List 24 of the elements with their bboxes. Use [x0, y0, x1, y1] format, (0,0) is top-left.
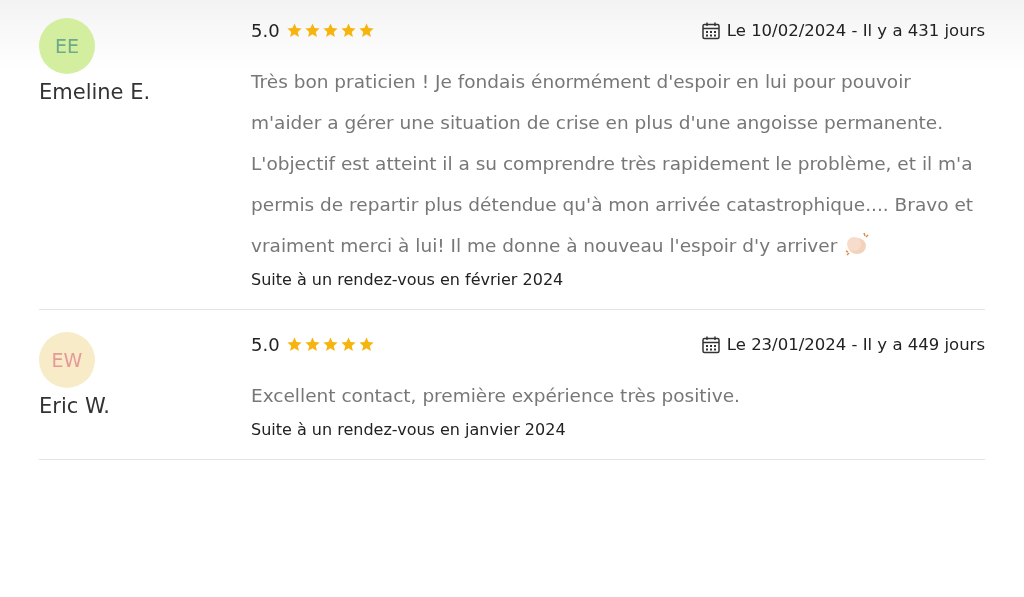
- star-icon: [303, 336, 321, 353]
- review-text: Très bon praticien ! Je fondais énormément d'espoir en lui pour pouvoir m'aider a gérer une situation de crise en plus d'une angoisse permanente. L'objectif est atteint il a su comprendre très rapidement le problème, et il m'a permis de repartir plus détendue qu'à mon arrivée catastrophique.... Bravo et vraiment merci à lui! Il me donne à nouveau l'espoir d'y arriver: [251, 70, 975, 259]
- star-icon: [357, 336, 375, 353]
- visit-note: Suite à un rendez-vous en février 2024: [251, 270, 565, 289]
- star-icon: [285, 336, 303, 353]
- rating-score: 5.0: [251, 334, 280, 355]
- calendar-icon: [700, 334, 721, 355]
- avatar-initials: EE: [55, 35, 79, 57]
- star-icon: [339, 22, 357, 39]
- star-icon: [285, 22, 303, 39]
- calendar-icon: [700, 20, 721, 41]
- star-icon: [321, 22, 339, 39]
- star-icon: [339, 336, 357, 353]
- avatar-initials: EW: [51, 349, 83, 371]
- star-icon: [321, 336, 339, 353]
- review-text: Excellent contact, première expérience très positive.: [251, 384, 741, 408]
- star-icon: [357, 22, 375, 39]
- rating-score: 5.0: [251, 20, 280, 41]
- review-date: Le 23/01/2024 - Il y a 449 jours: [726, 335, 985, 354]
- visit-note: Suite à un rendez-vous en janvier 2024: [251, 420, 567, 439]
- reviewer-name: Emeline E.: [39, 80, 151, 104]
- reviewer-name: Eric W.: [39, 394, 110, 418]
- star-icon: [303, 22, 321, 39]
- review-date: Le 10/02/2024 - Il y a 431 jours: [726, 21, 985, 40]
